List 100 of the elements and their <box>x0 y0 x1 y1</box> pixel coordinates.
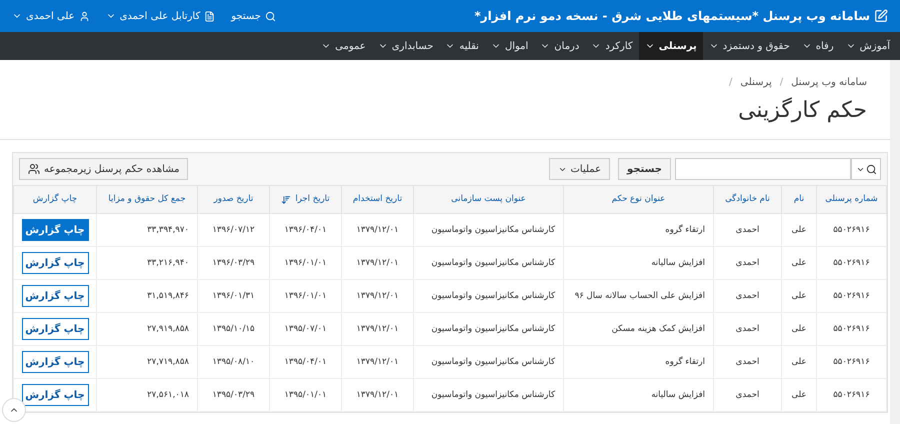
table-cell: احمدی <box>714 312 782 346</box>
table-cell: ۵۵۰۲۶۹۱۶ <box>816 312 886 346</box>
nav-tab[interactable]: حقوق و دستمزد <box>702 32 796 60</box>
table-cell: کارشناس مکانیزاسیون واتوماسیون <box>414 346 564 378</box>
nav-tab[interactable]: کارکرد <box>585 32 639 60</box>
table-cell: کارشناس مکانیزاسیون واتوماسیون <box>414 280 564 312</box>
table-cell: ۱۳۹۶/۰۱/۰۱ <box>270 280 342 312</box>
table-cell: علی <box>782 378 816 412</box>
column-header[interactable]: تاریخ صدور <box>198 186 270 214</box>
print-report-button[interactable]: چاپ گزارش <box>22 351 88 373</box>
nav-tab[interactable]: درمان <box>534 32 586 60</box>
table-cell: ۱۳۹۵/۰۷/۰۱ <box>270 312 342 346</box>
table-cell: ۵۵۰۲۶۹۱۶ <box>816 246 886 280</box>
table-cell: ۱۳۹۵/۰۱/۰۱ <box>270 378 342 412</box>
search-button[interactable]: جستجو <box>618 158 671 180</box>
table-cell: ۱۳۷۹/۱۲/۰۱ <box>342 214 414 246</box>
table-cell: ۵۵۰۲۶۹۱۶ <box>816 214 886 246</box>
table-cell: ۵۵۰۲۶۹۱۶ <box>816 346 886 378</box>
search-column-button[interactable] <box>851 158 881 180</box>
table-cell: ۵۵۰۲۶۹۱۶ <box>816 378 886 412</box>
table-cell: ۱۳۷۹/۱۲/۰۱ <box>342 246 414 280</box>
actions-menu-button[interactable]: عملیات <box>548 158 610 180</box>
print-report-button[interactable]: چاپ گزارش <box>22 285 88 307</box>
table-cell: کارشناس مکانیزاسیون واتوماسیون <box>414 246 564 280</box>
nav-tab[interactable]: نقلیه <box>439 32 485 60</box>
column-header[interactable]: جمع کل حقوق و مزایا <box>96 186 198 214</box>
print-report-button[interactable]: چاپ گزارش <box>22 252 88 274</box>
column-header[interactable]: تاریخ استخدام <box>342 186 414 214</box>
column-header[interactable]: شماره پرسنلی <box>816 186 886 214</box>
table-cell: احمدی <box>714 246 782 280</box>
breadcrumb-separator: / <box>729 76 732 90</box>
table-cell: ۱۳۹۶/۰۷/۱۲ <box>198 214 270 246</box>
page-title: حکم کارگزینی <box>737 96 867 125</box>
column-header[interactable]: تاریخ اجرا <box>270 186 342 214</box>
table-cell: ۱۳۹۵/۰۳/۲۹ <box>198 378 270 412</box>
table-cell: علی <box>782 312 816 346</box>
table-cell: ۳۱,۵۱۹,۸۴۶ <box>96 280 198 312</box>
breadcrumb-separator: / <box>780 76 784 90</box>
breadcrumb-link[interactable]: پرسنلی <box>740 75 772 90</box>
table-cell: افزایش سالیانه <box>564 378 714 412</box>
table-cell: افزایش کمک هزینه مسکن <box>564 312 714 346</box>
search-icon <box>264 10 276 22</box>
document-icon <box>204 10 216 22</box>
search-icon <box>866 164 876 174</box>
print-report-button[interactable]: چاپ گزارش <box>22 318 88 340</box>
column-header[interactable]: عنوان نوع حکم <box>564 186 714 214</box>
nav-tab[interactable]: اموال <box>484 32 534 60</box>
table-cell: ۳۳,۳۹۴,۹۷۰ <box>96 214 198 246</box>
breadcrumb-link[interactable]: سامانه وب پرسنل <box>791 75 867 90</box>
table-cell: کارشناس مکانیزاسیون واتوماسیون <box>414 312 564 346</box>
table-cell: ۲۷,۹۱۹,۸۵۸ <box>96 312 198 346</box>
nav-tab[interactable]: عمومی <box>315 32 372 60</box>
column-header[interactable]: چاپ گزارش <box>14 186 96 214</box>
table-cell: ۵۵۰۲۶۹۱۶ <box>816 280 886 312</box>
table-cell: احمدی <box>714 214 782 246</box>
print-report-button[interactable]: چاپ گزارش <box>22 384 88 406</box>
subordinates-button[interactable]: مشاهده حکم پرسنل زیرمجموعه <box>19 158 188 180</box>
table-cell: احمدی <box>714 346 782 378</box>
table-cell: افزایش علی الحساب سالانه سال ۹۶ <box>564 280 714 312</box>
column-header[interactable]: نام خانوادگی <box>714 186 782 214</box>
header-link[interactable]: کارتابل علی احمدی <box>106 8 216 24</box>
table-cell: ارتقاء گروه <box>564 346 714 378</box>
app-logo-icon <box>874 9 888 23</box>
table-cell: ۳۳,۲۱۶,۹۴۰ <box>96 246 198 280</box>
search-input-field[interactable] <box>675 158 851 180</box>
table-cell: ۱۳۹۵/۰۴/۰۱ <box>270 346 342 378</box>
table-cell: ۱۳۹۶/۰۱/۰۱ <box>270 246 342 280</box>
nav-tab[interactable]: رفاه <box>796 32 840 60</box>
table-cell: علی <box>782 246 816 280</box>
table-cell: ۱۳۹۵/۱۰/۱۵ <box>198 312 270 346</box>
table-cell: کارشناس مکانیزاسیون واتوماسیون <box>414 214 564 246</box>
table-cell: ۱۳۷۹/۱۲/۰۱ <box>342 378 414 412</box>
nav-tab[interactable]: پرسنلی <box>638 32 703 60</box>
column-header[interactable]: نام <box>782 186 816 214</box>
table-cell: علی <box>782 280 816 312</box>
table-cell: ۲۷,۵۶۱,۰۱۸ <box>96 378 198 412</box>
header-link[interactable]: علی احمدی <box>12 8 90 24</box>
table-cell: کارشناس مکانیزاسیون واتوماسیون <box>414 378 564 412</box>
table-cell: ۱۳۹۶/۰۳/۲۹ <box>198 246 270 280</box>
table-cell: ۱۳۹۶/۰۱/۳۱ <box>198 280 270 312</box>
table-cell: ۱۳۷۹/۱۲/۰۱ <box>342 312 414 346</box>
app-title: سامانه وب پرسنل *سیستمهای طلایی شرق - نسخه دمو نرم افزار* <box>474 8 870 25</box>
table-cell: ۲۷,۷۱۹,۸۵۸ <box>96 346 198 378</box>
scroll-to-top-button[interactable] <box>2 398 26 422</box>
table-cell: علی <box>782 346 816 378</box>
header-link[interactable]: جستجو <box>231 8 276 24</box>
column-header[interactable]: عنوان پست سازمانی <box>414 186 564 214</box>
table-cell: افزایش سالیانه <box>564 246 714 280</box>
table-cell: ارتقاء گروه <box>564 214 714 246</box>
table-cell: احمدی <box>714 378 782 412</box>
print-report-button[interactable]: چاپ گزارش <box>22 219 88 241</box>
table-cell: ۱۳۷۹/۱۲/۰۱ <box>342 346 414 378</box>
user-icon <box>78 10 90 22</box>
users-icon <box>28 163 40 175</box>
sort-descending-icon <box>281 194 292 204</box>
nav-tab[interactable]: آموزش <box>840 32 896 60</box>
table-cell: ۱۳۷۹/۱۲/۰۱ <box>342 280 414 312</box>
table-cell: ۱۳۹۶/۰۴/۰۱ <box>270 214 342 246</box>
nav-tab[interactable]: حسابداری <box>372 32 440 60</box>
table-cell: ۱۳۹۵/۰۸/۱۰ <box>198 346 270 378</box>
